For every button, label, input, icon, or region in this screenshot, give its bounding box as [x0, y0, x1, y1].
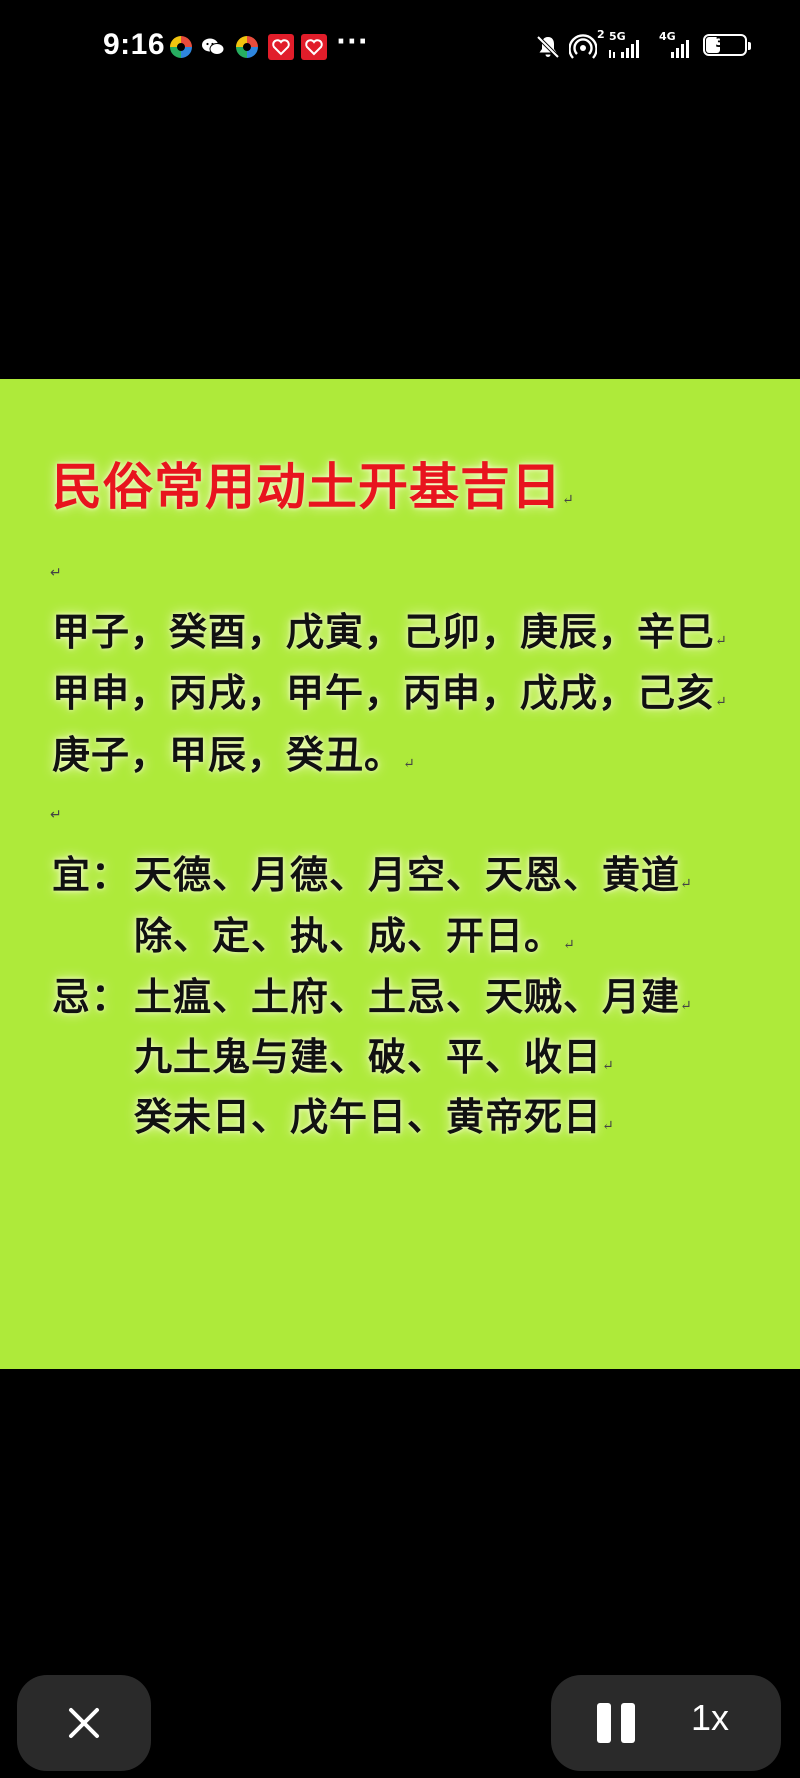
close-icon — [69, 1708, 99, 1738]
ji-line-2: 九土鬼与建、破、平、收日↵ — [134, 1034, 615, 1079]
red-app-icon — [301, 34, 327, 60]
hotspot-icon — [569, 34, 597, 60]
yi-label: 宜： — [52, 852, 131, 897]
pause-icon — [597, 1703, 611, 1743]
app-color-ring-icon — [168, 34, 194, 60]
battery-level: 36 — [715, 35, 735, 51]
yi-line-1: 天德、月德、月空、天恩、黄道↵ — [134, 852, 693, 897]
ji-label: 忌： — [52, 974, 131, 1019]
sim-index: 2 — [597, 28, 605, 41]
system-icons: 2 5G 4G 36 — [535, 28, 765, 66]
paragraph-mark: ↵ — [50, 565, 62, 581]
more-notifications: ··· — [336, 27, 369, 57]
playback-speed-button[interactable]: 1x — [691, 1697, 729, 1739]
ji-line-1: 土瘟、土府、土忌、天贼、月建↵ — [134, 974, 693, 1019]
red-app-icon — [268, 34, 294, 60]
auspicious-days-line-2: 甲申，丙戌，甲午，丙申，戊戌，己亥↵ — [52, 670, 728, 715]
yi-line-2: 除、定、执、成、开日。↵ — [134, 913, 576, 958]
document-title: 民俗常用动土开基吉日↵ — [52, 457, 575, 516]
app-color-ring-icon — [234, 34, 260, 60]
playback-controls: 1x — [551, 1675, 781, 1771]
bell-muted-icon — [535, 34, 561, 60]
wechat-icon — [200, 34, 226, 60]
close-button[interactable] — [17, 1675, 151, 1771]
status-time: 9:16 — [103, 28, 166, 61]
auspicious-days-line-3: 庚子，甲辰，癸丑。↵ — [52, 732, 416, 777]
signal-bars-icon — [659, 36, 695, 62]
status-bar: 9:16 ··· 2 5G 4G 36 — [0, 0, 800, 95]
ji-line-3: 癸未日、戊午日、黄帝死日↵ — [134, 1094, 615, 1139]
image-viewer[interactable]: 民俗常用动土开基吉日↵ ↵ 甲子，癸酉，戊寅，己卯，庚辰，辛巳↵ 甲申，丙戌，甲… — [0, 379, 800, 1369]
pause-button[interactable] — [597, 1703, 637, 1743]
auspicious-days-line-1: 甲子，癸酉，戊寅，己卯，庚辰，辛巳↵ — [52, 609, 728, 654]
battery-icon: 36 — [703, 34, 751, 56]
signal-bars-icon — [609, 36, 645, 62]
paragraph-mark: ↵ — [50, 807, 62, 823]
